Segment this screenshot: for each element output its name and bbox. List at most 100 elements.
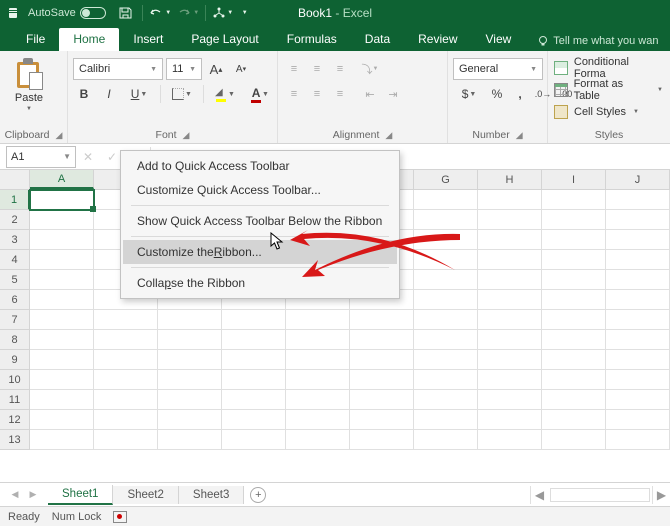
- cell[interactable]: [222, 310, 286, 330]
- increase-indent-button[interactable]: ⇥: [382, 83, 404, 105]
- cell[interactable]: [414, 390, 478, 410]
- fill-color-button[interactable]: ▼: [209, 83, 241, 105]
- cell[interactable]: [158, 310, 222, 330]
- cell[interactable]: [542, 370, 606, 390]
- cell[interactable]: [30, 250, 94, 270]
- cell[interactable]: [222, 330, 286, 350]
- cell[interactable]: [606, 430, 670, 450]
- cell[interactable]: [414, 410, 478, 430]
- row-header[interactable]: 11: [0, 390, 30, 410]
- cell[interactable]: [350, 390, 414, 410]
- redo-button[interactable]: ▼: [175, 0, 201, 26]
- align-center-button[interactable]: ≡: [306, 83, 328, 105]
- cell[interactable]: [606, 190, 670, 210]
- cell[interactable]: [286, 370, 350, 390]
- cell[interactable]: [222, 430, 286, 450]
- row-header[interactable]: 9: [0, 350, 30, 370]
- decrease-indent-button[interactable]: ⇤: [359, 83, 381, 105]
- cell[interactable]: [30, 190, 94, 210]
- cell[interactable]: [478, 390, 542, 410]
- underline-button[interactable]: U▼: [123, 83, 155, 105]
- sheet-nav-next[interactable]: ▶: [24, 485, 42, 505]
- cell[interactable]: [478, 410, 542, 430]
- row-header[interactable]: 1: [0, 190, 30, 210]
- menu-show-qat-below[interactable]: Show Quick Access Toolbar Below the Ribb…: [123, 209, 397, 233]
- cell[interactable]: [542, 290, 606, 310]
- select-all-corner[interactable]: [0, 170, 30, 189]
- cell[interactable]: [30, 330, 94, 350]
- cell[interactable]: [158, 370, 222, 390]
- cell[interactable]: [158, 350, 222, 370]
- tell-me-search[interactable]: Tell me what you wan: [537, 35, 658, 51]
- tab-insert[interactable]: Insert: [119, 28, 177, 51]
- system-menu-icon[interactable]: [4, 8, 22, 18]
- cell[interactable]: [606, 310, 670, 330]
- row-header[interactable]: 6: [0, 290, 30, 310]
- cell[interactable]: [414, 430, 478, 450]
- tab-file[interactable]: File: [12, 28, 59, 51]
- cell[interactable]: [158, 410, 222, 430]
- align-middle-button[interactable]: ≡: [306, 58, 328, 80]
- conditional-formatting-button[interactable]: Conditional Forma: [553, 58, 663, 78]
- number-launcher[interactable]: ◢: [516, 130, 523, 141]
- undo-button[interactable]: ▼: [147, 0, 173, 26]
- menu-customize-qat[interactable]: Customize Quick Access Toolbar...: [123, 178, 397, 202]
- cell[interactable]: [30, 310, 94, 330]
- cell[interactable]: [414, 370, 478, 390]
- cell[interactable]: [414, 230, 478, 250]
- cell[interactable]: [222, 410, 286, 430]
- cell[interactable]: [606, 370, 670, 390]
- alignment-launcher[interactable]: ◢: [385, 130, 392, 141]
- cell[interactable]: [542, 270, 606, 290]
- italic-button[interactable]: I: [98, 83, 120, 105]
- row-header[interactable]: 3: [0, 230, 30, 250]
- row-header[interactable]: 10: [0, 370, 30, 390]
- cell[interactable]: [350, 350, 414, 370]
- qat-customize-button[interactable]: ▼: [238, 0, 252, 26]
- autosave-toggle[interactable]: AutoSave: [28, 7, 106, 19]
- tab-view[interactable]: View: [472, 28, 526, 51]
- tab-page-layout[interactable]: Page Layout: [177, 28, 272, 51]
- cell[interactable]: [350, 370, 414, 390]
- menu-customize-ribbon[interactable]: Customize the Ribbon...: [123, 240, 397, 264]
- cell[interactable]: [286, 330, 350, 350]
- cell[interactable]: [478, 210, 542, 230]
- cell[interactable]: [30, 370, 94, 390]
- cell[interactable]: [30, 230, 94, 250]
- cell[interactable]: [414, 190, 478, 210]
- cell[interactable]: [94, 310, 158, 330]
- cell[interactable]: [542, 350, 606, 370]
- cell[interactable]: [542, 330, 606, 350]
- qat-relations-button[interactable]: ▼: [210, 0, 236, 26]
- cell[interactable]: [30, 390, 94, 410]
- cell[interactable]: [478, 430, 542, 450]
- col-header-i[interactable]: I: [542, 170, 606, 189]
- cell[interactable]: [222, 370, 286, 390]
- hscroll-track[interactable]: [550, 488, 650, 502]
- row-header[interactable]: 5: [0, 270, 30, 290]
- number-format-select[interactable]: General▼: [453, 58, 543, 80]
- row-header[interactable]: 8: [0, 330, 30, 350]
- cell[interactable]: [606, 250, 670, 270]
- cell[interactable]: [542, 430, 606, 450]
- col-header-h[interactable]: H: [478, 170, 542, 189]
- cell[interactable]: [606, 290, 670, 310]
- name-box[interactable]: A1▼: [6, 146, 76, 168]
- hscroll-left[interactable]: ◀: [530, 486, 548, 504]
- borders-button[interactable]: ▼: [166, 83, 198, 105]
- font-name-select[interactable]: Calibri▼: [73, 58, 163, 80]
- cell[interactable]: [158, 430, 222, 450]
- cell[interactable]: [606, 350, 670, 370]
- align-top-button[interactable]: ≡: [283, 58, 305, 80]
- cell[interactable]: [94, 410, 158, 430]
- cell[interactable]: [30, 270, 94, 290]
- cell[interactable]: [350, 410, 414, 430]
- hscroll-right[interactable]: ▶: [652, 486, 670, 504]
- row-header[interactable]: 4: [0, 250, 30, 270]
- cell[interactable]: [478, 350, 542, 370]
- cell[interactable]: [94, 330, 158, 350]
- cell[interactable]: [606, 330, 670, 350]
- cell[interactable]: [350, 330, 414, 350]
- percent-button[interactable]: %: [486, 83, 508, 105]
- cell[interactable]: [94, 370, 158, 390]
